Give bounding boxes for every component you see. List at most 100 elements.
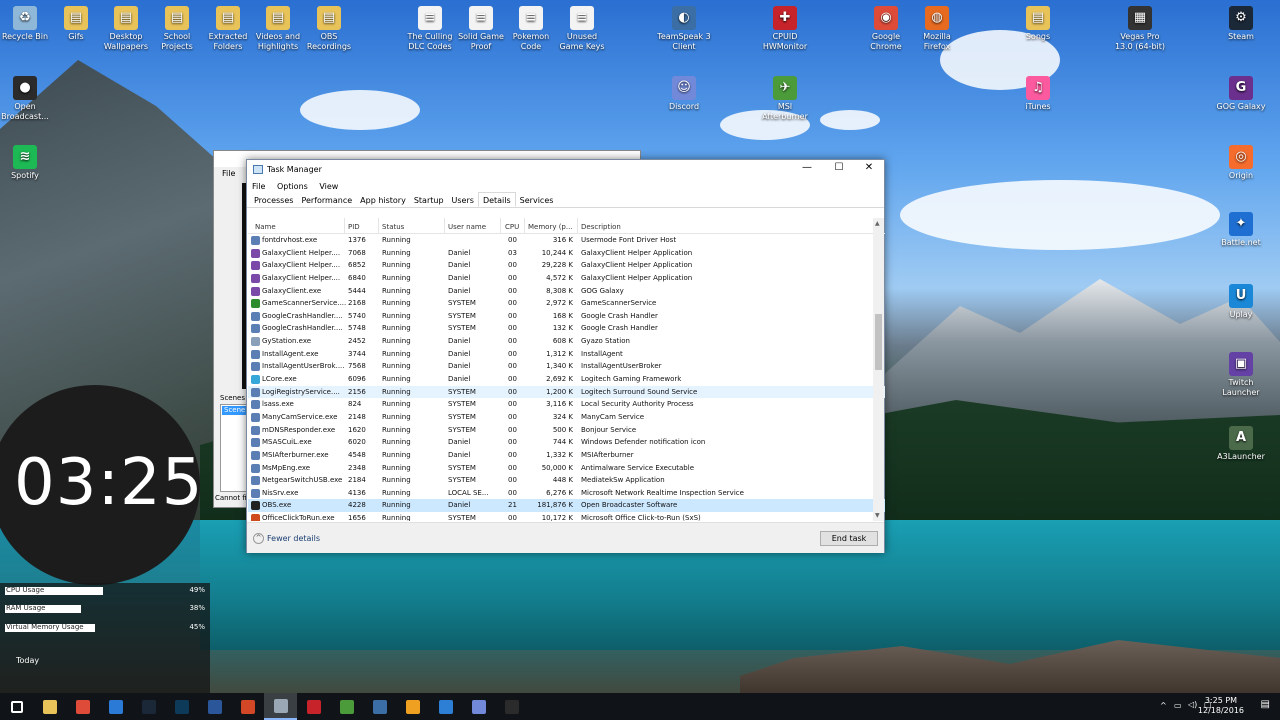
column-header-description[interactable]: Description	[581, 223, 621, 231]
desktop-icon[interactable]: ≋ Spotify	[0, 145, 53, 181]
column-header-cpu[interactable]: CPU	[505, 223, 519, 231]
desktop-icon[interactable]: ▣ Twitch Launcher	[1213, 352, 1269, 398]
table-row[interactable]: MSIAfterburner.exe 4548 Running Daniel 00 1,3…	[248, 449, 885, 462]
desktop-icon[interactable]: ✈ MSI Afterburner	[757, 76, 813, 122]
taskbar-obs-button[interactable]	[495, 693, 528, 720]
scroll-up-icon[interactable]: ▲	[875, 220, 880, 227]
desktop-icon[interactable]: ▤ Videos and Highlights	[250, 6, 306, 52]
menu-view[interactable]: View	[319, 182, 338, 191]
desktop-icon[interactable]: ◎ Origin	[1213, 145, 1269, 181]
taskbar-clock[interactable]: 3:25 PM 12/18/2016	[1198, 696, 1244, 716]
desktop-icon[interactable]: ▤ Extracted Folders	[200, 6, 256, 52]
scrollbar-thumb[interactable]	[875, 314, 882, 370]
task-manager-title-bar[interactable]: Task Manager — ☐ ✕	[247, 160, 884, 180]
obs-scene-item[interactable]: Scene	[222, 406, 246, 415]
tab-users[interactable]: Users	[448, 194, 478, 207]
desktop-icon[interactable]: ◐ TeamSpeak 3 Client	[656, 6, 712, 52]
table-row[interactable]: GalaxyClient.exe 5444 Running Daniel 00 8,308…	[248, 285, 885, 298]
taskbar-photoshop-button[interactable]	[165, 693, 198, 720]
taskbar-chrome-canary-button[interactable]	[396, 693, 429, 720]
vertical-scrollbar[interactable]: ▲ ▼	[873, 218, 884, 521]
notifications-icon[interactable]: ▤	[1261, 699, 1270, 710]
desktop-icon[interactable]: U Uplay	[1213, 284, 1269, 320]
table-row[interactable]: OfficeClickToRun.exe 1656 Running SYSTEM 00 1…	[248, 512, 885, 521]
table-row[interactable]: LogiRegistryService.... 2156 Running SYSTEM…	[248, 385, 885, 399]
table-row[interactable]: NisSrv.exe 4136 Running LOCAL SE... 00 6,276 …	[248, 487, 885, 500]
taskbar-task-manager-button[interactable]	[264, 693, 297, 720]
table-row[interactable]: GyStation.exe 2452 Running Daniel 00 608 K Gya…	[248, 335, 885, 348]
desktop-icon[interactable]: A A3Launcher	[1213, 426, 1269, 462]
taskbar-hwmonitor-button[interactable]	[297, 693, 330, 720]
close-icon[interactable]: ✕	[855, 162, 883, 178]
table-row[interactable]: lsass.exe 824 Running SYSTEM 00 3,116 K Local …	[248, 398, 885, 411]
column-header-user-name[interactable]: User name	[448, 223, 486, 231]
table-row[interactable]: MSASCuiL.exe 6020 Running Daniel 00 744 K Wind…	[248, 436, 885, 449]
taskbar-xbox-button[interactable]	[330, 693, 363, 720]
tab-details[interactable]: Details	[477, 192, 516, 207]
tab-services[interactable]: Services	[516, 194, 558, 207]
table-row[interactable]: LCore.exe 6096 Running Daniel 00 2,692 K Logit…	[248, 373, 885, 386]
desktop-icon[interactable]: ◉ Google Chrome	[858, 6, 914, 52]
taskbar-teamspeak-button[interactable]	[363, 693, 396, 720]
table-row[interactable]: GalaxyClient Helper.... 7068 Running Daniel…	[248, 247, 885, 260]
maximize-icon[interactable]: ☐	[825, 162, 853, 178]
taskbar-ie-button[interactable]	[99, 693, 132, 720]
desktop-icon[interactable]: ▤ Songs	[1010, 6, 1066, 42]
desktop-icon[interactable]: ▤ Gifs	[48, 6, 104, 42]
desktop-icon[interactable]: ▤ Desktop Wallpapers	[98, 6, 154, 52]
desktop-icon[interactable]: ✚ CPUID HWMonitor	[757, 6, 813, 52]
table-row[interactable]: GoogleCrashHandler.... 5748 Running SYSTEM 0…	[248, 322, 885, 335]
table-row[interactable]: NetgearSwitchUSB.exe 2184 Running SYSTEM 00 4…	[248, 474, 885, 487]
desktop-icon[interactable]: ✦ Battle.net	[1213, 212, 1269, 248]
desktop-icon[interactable]: ⚙ Steam	[1213, 6, 1269, 42]
taskbar-gyazo-button[interactable]	[429, 693, 462, 720]
minimize-icon[interactable]: —	[793, 162, 821, 178]
column-header-pid[interactable]: PID	[348, 223, 360, 231]
table-row[interactable]: GoogleCrashHandler.... 5740 Running SYSTEM 0…	[248, 310, 885, 323]
tab-app-history[interactable]: App history	[356, 194, 410, 207]
table-row[interactable]: GameScannerService.... 2168 Running SYSTEM 0…	[248, 297, 885, 310]
table-row[interactable]: fontdrvhost.exe 1376 Running 00 316 K Usermod…	[248, 234, 885, 247]
desktop-icon[interactable]: ▤ School Projects	[149, 6, 205, 52]
taskbar-file-explorer-button[interactable]	[33, 693, 66, 720]
menu-options[interactable]: Options	[277, 182, 308, 191]
desktop-icon[interactable]: ≡ Pokemon Code	[503, 6, 559, 52]
taskbar-discord-button[interactable]	[462, 693, 495, 720]
desktop-icon[interactable]: ☺ Discord	[656, 76, 712, 112]
taskbar-steam-button[interactable]	[132, 693, 165, 720]
desktop-icon[interactable]: G GOG Galaxy	[1213, 76, 1269, 112]
table-row[interactable]: InstallAgent.exe 3744 Running Daniel 00 1,312…	[248, 348, 885, 361]
desktop-icon[interactable]: ♫ iTunes	[1010, 76, 1066, 112]
table-row[interactable]: GalaxyClient Helper.... 6840 Running Daniel…	[248, 272, 885, 285]
taskbar-start-button[interactable]	[0, 693, 33, 720]
task-manager-window[interactable]: Task Manager — ☐ ✕ File Options View Pro…	[246, 159, 885, 553]
desktop-icon[interactable]: ♻ Recycle Bin	[0, 6, 53, 42]
table-row[interactable]: ManyCamService.exe 2148 Running SYSTEM 00 324…	[248, 411, 885, 424]
desktop-icon[interactable]: ▦ Vegas Pro 13.0 (64-bit)	[1112, 6, 1168, 52]
table-row[interactable]: MsMpEng.exe 2348 Running SYSTEM 00 50,000 K An…	[248, 462, 885, 475]
scroll-down-icon[interactable]: ▼	[875, 512, 880, 519]
taskbar-chrome-button[interactable]	[66, 693, 99, 720]
taskbar-word-button[interactable]	[198, 693, 231, 720]
table-row[interactable]: OBS.exe 4228 Running Daniel 21 181,876 K Open …	[248, 499, 885, 513]
table-row[interactable]: InstallAgentUserBrok.... 7568 Running Danie…	[248, 360, 885, 373]
end-task-button[interactable]: End task	[820, 531, 878, 546]
tab-performance[interactable]: Performance	[297, 194, 356, 207]
desktop-icon[interactable]: ≡ The Culling DLC Codes	[402, 6, 458, 52]
taskbar-powerpoint-button[interactable]	[231, 693, 264, 720]
table-row[interactable]: GalaxyClient Helper.... 6852 Running Daniel…	[248, 259, 885, 272]
network-icon[interactable]: ▭	[1174, 701, 1182, 710]
desktop-icon[interactable]: ≡ Solid Game Proof	[453, 6, 509, 52]
tab-startup[interactable]: Startup	[410, 194, 448, 207]
chevron-up-icon[interactable]: ^	[1160, 701, 1167, 710]
desktop-icon[interactable]: ▤ OBS Recordings	[301, 6, 357, 52]
table-row[interactable]: mDNSResponder.exe 1620 Running SYSTEM 00 500 …	[248, 424, 885, 437]
desktop-icon[interactable]: ◍ Mozilla Firefox	[909, 6, 965, 52]
fewer-details-button[interactable]: ^ Fewer details	[253, 533, 320, 544]
tab-processes[interactable]: Processes	[250, 194, 297, 207]
column-header-name[interactable]: Name	[255, 223, 276, 231]
column-header-status[interactable]: Status	[382, 223, 404, 231]
desktop-icon[interactable]: ≡ Unused Game Keys	[554, 6, 610, 52]
desktop-icon[interactable]: ● Open Broadcast...	[0, 76, 53, 122]
menu-file[interactable]: File	[252, 182, 265, 191]
